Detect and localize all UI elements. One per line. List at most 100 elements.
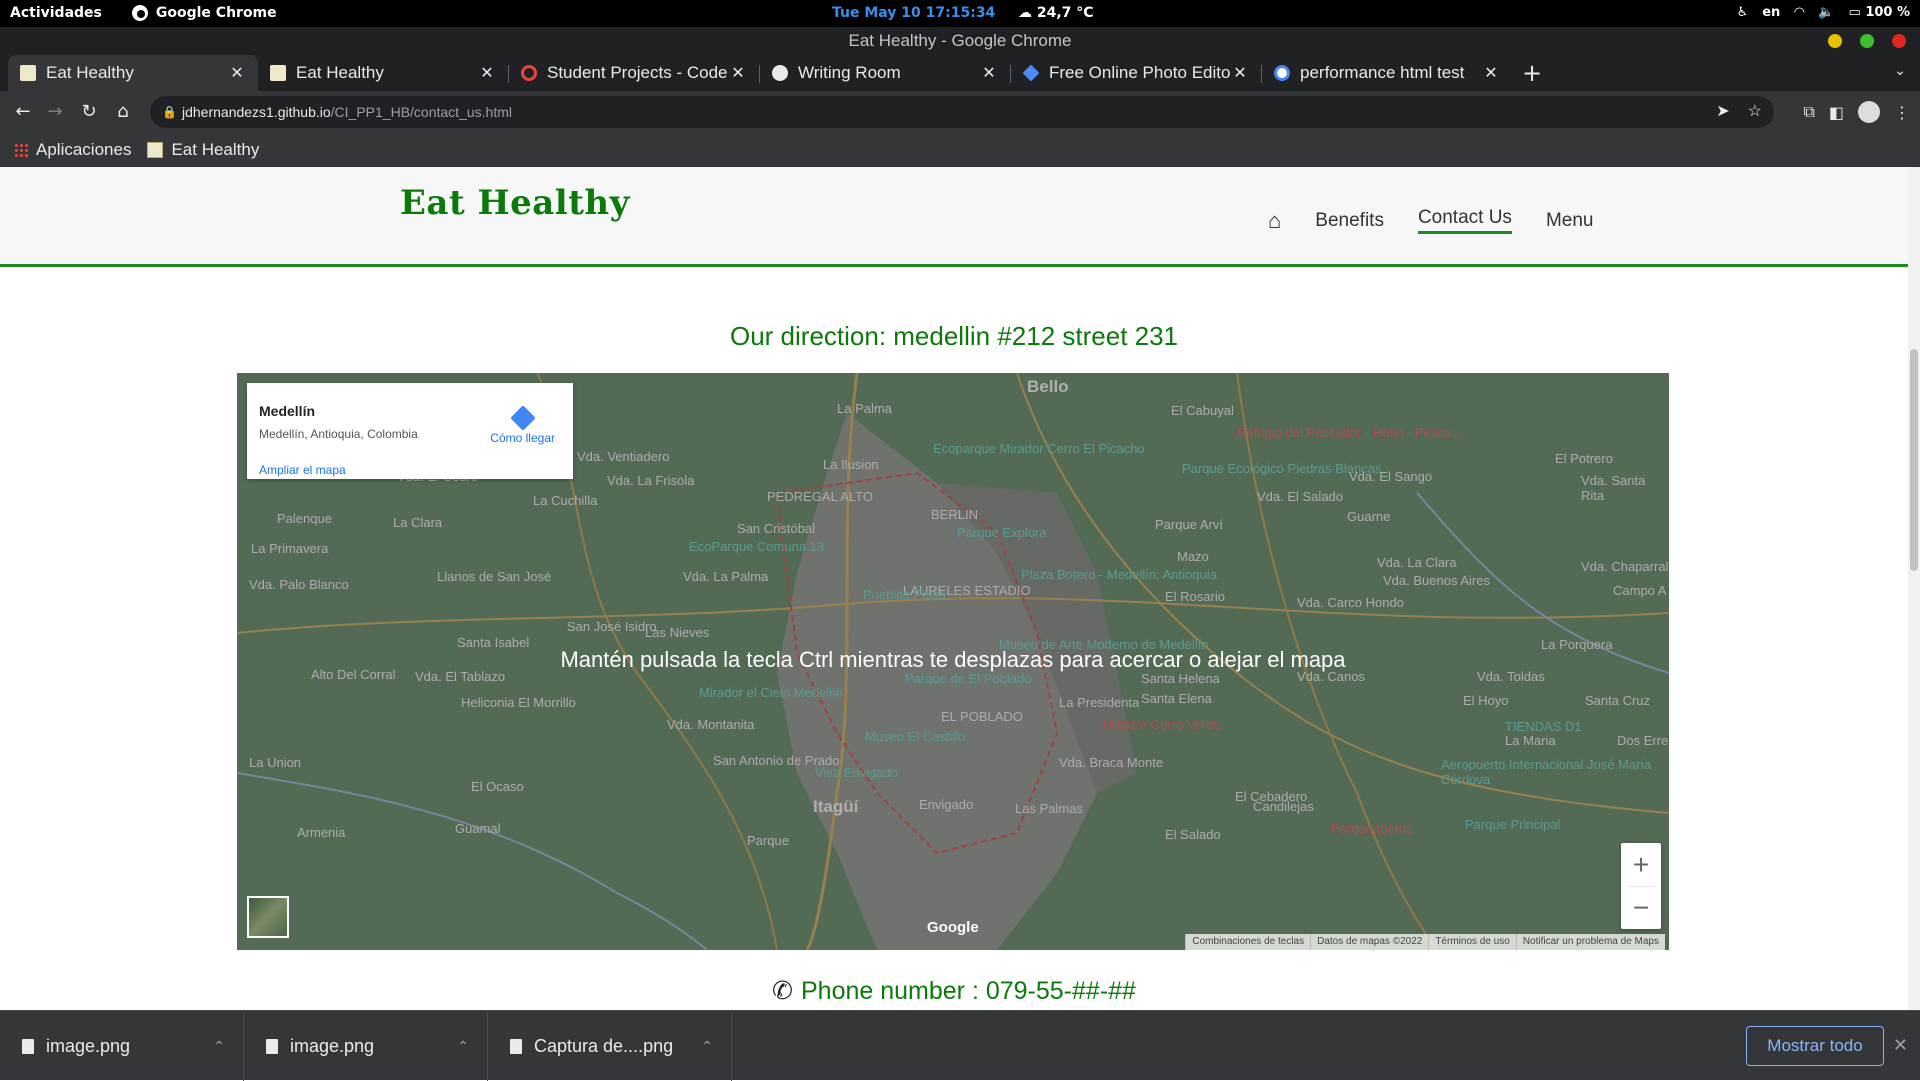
terms-link[interactable]: Términos de uso: [1428, 934, 1515, 950]
google-favicon-icon: [1274, 65, 1290, 81]
globe-favicon-icon: [772, 65, 788, 81]
side-panel-icon[interactable]: ◧: [1829, 103, 1844, 122]
close-tab-icon[interactable]: ✕: [478, 63, 496, 83]
keyboard-shortcuts-link[interactable]: Combinaciones de teclas: [1185, 934, 1310, 950]
tab-title: performance html test: [1300, 63, 1465, 82]
satellite-toggle[interactable]: [247, 896, 289, 938]
phone-number: Phone number : 079-55-##-##: [801, 977, 1136, 1005]
activities-button[interactable]: Actividades: [10, 5, 102, 21]
keyboard-language[interactable]: en: [1762, 5, 1780, 20]
diamond-favicon-icon: [1022, 64, 1040, 82]
zoom-divider: [1627, 886, 1655, 887]
close-downloads-icon[interactable]: ✕: [1893, 1035, 1908, 1056]
chevron-up-icon[interactable]: ⌃: [457, 1038, 469, 1055]
tab-eat-healthy-2[interactable]: Eat Healthy ✕: [258, 55, 508, 91]
downloads-bar: image.png ⌃ image.png ⌃ Captura de....pn…: [0, 1010, 1920, 1081]
close-tab-icon[interactable]: ✕: [1482, 63, 1500, 83]
zoom-in-button[interactable]: +: [1621, 843, 1661, 886]
system-clock[interactable]: Tue May 10 17:15:34: [832, 5, 995, 21]
bookmark-label: Aplicaciones: [36, 140, 132, 159]
forward-arrow-icon[interactable]: →: [44, 101, 66, 122]
site-logo[interactable]: Eat Healthy: [400, 183, 630, 223]
volume-icon[interactable]: 🔈: [1818, 5, 1834, 20]
page-viewport[interactable]: Eat Healthy ⌂ Benefits Contact Us Menu O…: [0, 167, 1920, 1010]
maximize-button[interactable]: [1860, 34, 1874, 48]
tab-search-chevron-icon[interactable]: ⌄: [1894, 63, 1906, 79]
minimize-button[interactable]: [1828, 34, 1842, 48]
google-logo: Google: [927, 919, 979, 936]
download-filename: image.png: [290, 1035, 375, 1056]
share-icon[interactable]: ➤: [1716, 96, 1729, 128]
close-tab-icon[interactable]: ✕: [228, 63, 246, 83]
show-all-downloads-button[interactable]: Mostrar todo: [1746, 1026, 1884, 1066]
page-favicon-icon: [270, 65, 286, 81]
address-bar[interactable]: 🔒 jdhernandezs1.github.io/CI_PP1_HB/cont…: [150, 96, 1774, 128]
window-title: Eat Healthy - Google Chrome: [848, 31, 1072, 50]
apps-grid-icon: [14, 143, 28, 157]
download-item[interactable]: image.png ⌃: [0, 1011, 244, 1081]
app-name: Google Chrome: [155, 5, 277, 21]
profile-avatar[interactable]: [1858, 101, 1880, 123]
tab-title: Free Online Photo Editor: [1049, 63, 1231, 82]
file-icon: [266, 1038, 278, 1054]
place-info-card: Medellín Medellín, Antioquia, Colombia A…: [247, 383, 573, 479]
bookmark-star-icon[interactable]: ☆: [1748, 96, 1762, 128]
bookmarks-bar: Aplicaciones Eat Healthy: [0, 133, 1920, 167]
directions-button[interactable]: Cómo llegar: [490, 405, 555, 445]
back-arrow-icon[interactable]: ←: [12, 101, 34, 122]
directions-icon: [509, 405, 536, 431]
tab-student-projects[interactable]: Student Projects - Code ✕: [509, 55, 759, 91]
battery-icon[interactable]: ▭ 100 %: [1849, 5, 1911, 20]
page-favicon-icon: [147, 142, 164, 158]
accessibility-icon[interactable]: ♿: [1737, 5, 1749, 20]
home-icon[interactable]: ⌂: [112, 101, 134, 122]
phone-line: ✆ Phone number : 079-55-##-##: [0, 976, 1908, 1006]
new-tab-button[interactable]: +: [1522, 59, 1542, 87]
bookmark-eat-healthy[interactable]: Eat Healthy: [147, 140, 259, 160]
download-item[interactable]: Captura de....png ⌃: [488, 1011, 732, 1081]
site-nav: ⌂ Benefits Contact Us Menu: [1268, 207, 1593, 234]
tab-title: Eat Healthy: [296, 63, 384, 82]
bookmark-apps[interactable]: Aplicaciones: [14, 140, 131, 160]
chevron-up-icon[interactable]: ⌃: [701, 1038, 713, 1055]
system-top-bar: Actividades Google Chrome Tue May 10 17:…: [0, 0, 1920, 27]
tab-performance-test[interactable]: performance html test ✕: [1262, 55, 1512, 91]
lock-icon[interactable]: 🔒: [162, 96, 177, 128]
google-map-embed[interactable]: Bello La Palma El Cabuyal Ecoparque Mirador…: [237, 373, 1669, 950]
tab-strip: Eat Healthy ✕ Eat Healthy ✕ Student Proj…: [0, 55, 1920, 91]
app-menu[interactable]: Google Chrome: [131, 5, 277, 21]
home-nav-icon[interactable]: ⌂: [1268, 208, 1281, 234]
scrollbar-thumb[interactable]: [1910, 349, 1918, 571]
wifi-icon[interactable]: ◠: [1794, 5, 1804, 20]
nav-contact-us[interactable]: Contact Us: [1417, 207, 1512, 234]
close-tab-icon[interactable]: ✕: [729, 63, 747, 83]
tab-photo-editor[interactable]: Free Online Photo Editor ✕: [1011, 55, 1261, 91]
map-attribution: Combinaciones de teclas Datos de mapas ©…: [1185, 934, 1665, 950]
bookmark-label: Eat Healthy: [171, 140, 260, 159]
tab-eat-healthy-1[interactable]: Eat Healthy ✕: [8, 55, 258, 91]
close-window-button[interactable]: [1892, 34, 1906, 48]
ctrl-scroll-hint: Mantén pulsada la tecla Ctrl mientras te…: [560, 647, 1346, 672]
url-path: /CI_PP1_HB/contact_us.html: [330, 104, 512, 120]
chevron-up-icon[interactable]: ⌃: [213, 1038, 225, 1055]
nav-benefits[interactable]: Benefits: [1315, 210, 1384, 232]
reload-icon[interactable]: ↻: [78, 101, 100, 122]
tab-writing-room[interactable]: Writing Room ✕: [760, 55, 1010, 91]
extensions-puzzle-icon[interactable]: ⧉: [1803, 102, 1814, 122]
weather-indicator[interactable]: ☁ 24,7 °C: [1018, 5, 1094, 21]
close-tab-icon[interactable]: ✕: [1231, 63, 1249, 83]
chrome-menu-icon[interactable]: ⋮: [1894, 103, 1910, 122]
enlarge-map-link[interactable]: Ampliar el mapa: [259, 463, 346, 477]
nav-menu[interactable]: Menu: [1546, 210, 1594, 232]
page-scrollbar[interactable]: [1908, 167, 1920, 1010]
directions-label: Cómo llegar: [490, 431, 555, 445]
place-address: Medellín, Antioquia, Colombia: [259, 427, 418, 441]
phone-icon: ✆: [772, 977, 793, 1005]
close-tab-icon[interactable]: ✕: [980, 63, 998, 83]
report-problem-link[interactable]: Notificar un problema de Maps: [1515, 934, 1665, 950]
file-icon: [510, 1038, 522, 1054]
download-item[interactable]: image.png ⌃: [244, 1011, 488, 1081]
url-host: jdhernandezs1.github.io: [182, 104, 331, 120]
zoom-out-button[interactable]: −: [1621, 886, 1661, 929]
file-icon: [22, 1038, 34, 1054]
